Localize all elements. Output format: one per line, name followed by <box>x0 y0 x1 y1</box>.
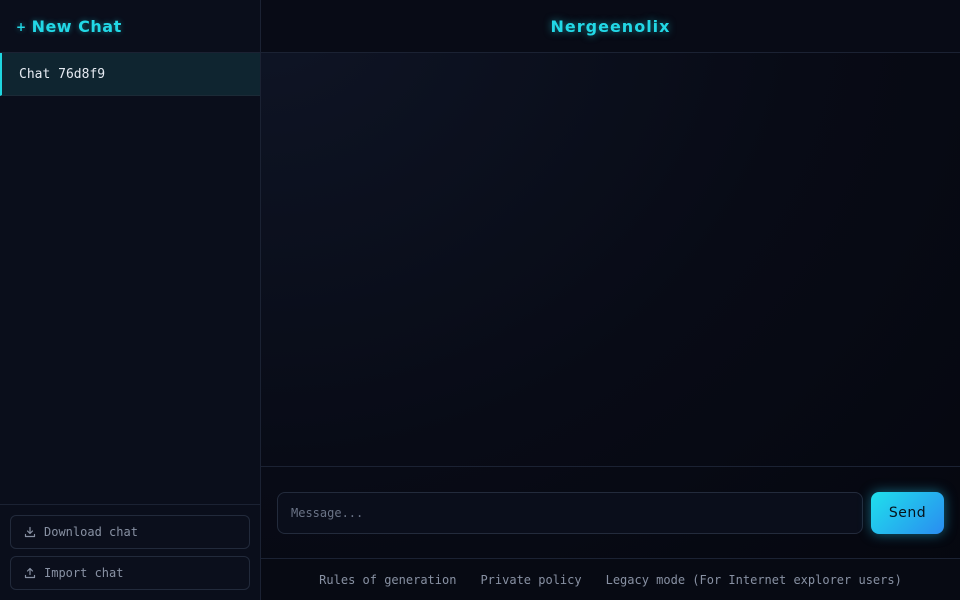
sidebar-actions: Download chat Import chat <box>0 504 260 600</box>
message-area <box>261 53 960 466</box>
private-policy-link[interactable]: Private policy <box>480 573 581 587</box>
import-chat-button[interactable]: Import chat <box>10 556 250 590</box>
rules-of-generation-link[interactable]: Rules of generation <box>319 573 456 587</box>
plus-icon: + <box>16 20 27 34</box>
main-panel: Nergeenolix Send Rules of generation Pri… <box>261 0 960 600</box>
new-chat-label: New Chat <box>31 16 122 36</box>
app-root: + New Chat Chat 76d8f9 Download chat Imp… <box>0 0 960 600</box>
download-chat-button[interactable]: Download chat <box>10 515 250 549</box>
import-chat-label: Import chat <box>44 566 124 580</box>
composer: Send <box>261 466 960 558</box>
sidebar: + New Chat Chat 76d8f9 Download chat Imp… <box>0 0 261 600</box>
message-input[interactable] <box>277 491 863 534</box>
footer-links: Rules of generation Private policy Legac… <box>261 558 960 600</box>
send-button[interactable]: Send <box>871 491 944 534</box>
download-chat-label: Download chat <box>44 525 138 539</box>
chat-list-item-active[interactable]: Chat 76d8f9 <box>0 53 260 96</box>
app-title: Nergeenolix <box>261 0 960 53</box>
new-chat-button[interactable]: + New Chat <box>0 0 260 53</box>
upload-icon <box>24 567 36 579</box>
chat-list: Chat 76d8f9 <box>0 53 260 504</box>
legacy-mode-link[interactable]: Legacy mode (For Internet explorer users… <box>606 573 902 587</box>
download-icon <box>24 526 36 538</box>
chat-item-label: Chat 76d8f9 <box>19 66 106 82</box>
